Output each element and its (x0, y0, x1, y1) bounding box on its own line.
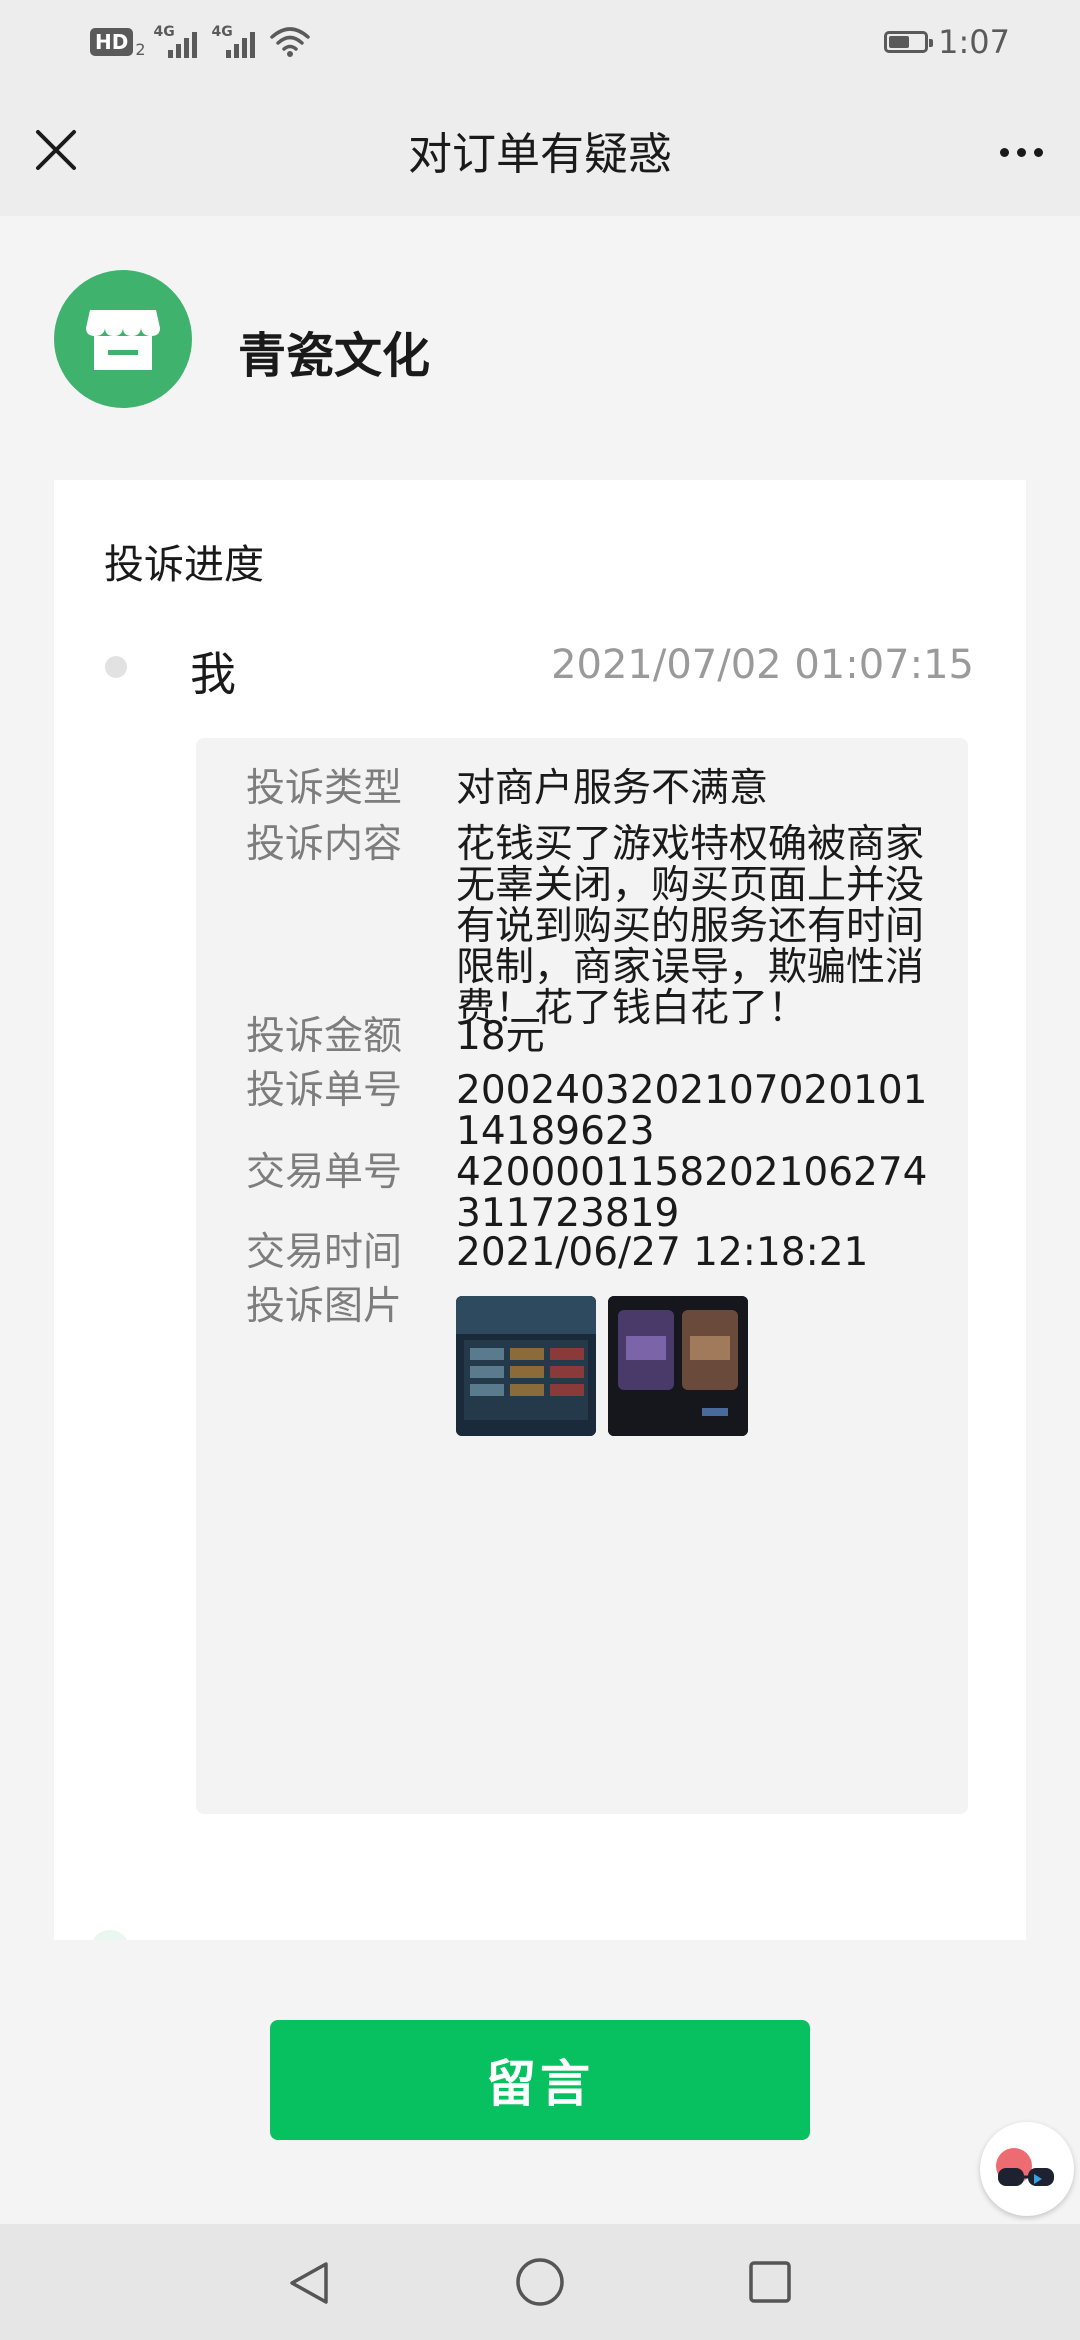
next-entry-peek (90, 1930, 130, 1940)
nav-recent-button[interactable] (746, 2258, 794, 2306)
merchant-name: 青瓷文化 (238, 328, 431, 384)
complaint-images (456, 1296, 748, 1436)
detail-value: 4200001158202106274311723819 (456, 1150, 928, 1236)
merchant-logo (54, 270, 192, 408)
floating-widget-icon (996, 2148, 1054, 2186)
status-left: HD 2 4G 4G (90, 22, 310, 62)
nav-back-button[interactable] (284, 2258, 334, 2308)
floating-widget[interactable] (980, 2122, 1074, 2216)
detail-value: 花钱买了游戏特权确被商家无辜关闭，购买页面上并没有说到购买的服务还有时间限制，商… (456, 822, 925, 1031)
complaint-detail: 投诉类型 对商户服务不满意 投诉内容 花钱买了游戏特权确被商家无辜关闭，购买页面… (196, 738, 968, 1814)
detail-label: 投诉图片 (246, 1284, 403, 1329)
signal-icon-1: 4G (154, 24, 204, 60)
timeline-dot (105, 656, 127, 678)
system-nav-bar (0, 2224, 1080, 2340)
hd-badge: HD (90, 28, 134, 56)
detail-value: 2021/06/27 12:18:21 (456, 1230, 869, 1275)
detail-label: 投诉单号 (246, 1068, 403, 1113)
comment-button[interactable]: 留言 (270, 2020, 810, 2140)
detail-value: 18元 (456, 1014, 545, 1059)
status-bar: HD 2 4G 4G 1:07 (0, 0, 1080, 84)
detail-label: 交易单号 (246, 1150, 403, 1195)
complaint-image-2[interactable] (608, 1296, 748, 1436)
recent-square-icon (749, 2261, 791, 2303)
detail-label: 投诉内容 (246, 822, 403, 867)
merchant-header: 青瓷文化 (0, 216, 1080, 480)
more-button[interactable] (986, 126, 1056, 178)
back-triangle-icon (290, 2262, 328, 2304)
detail-label: 投诉类型 (246, 766, 403, 811)
hd-sub: 2 (135, 39, 146, 59)
wifi-icon (269, 27, 310, 57)
detail-value: 200240320210702010114189623 (456, 1068, 928, 1154)
detail-label: 投诉金额 (246, 1014, 403, 1059)
home-circle-icon (516, 2258, 564, 2306)
timeline-actor: 我 (190, 647, 236, 701)
detail-value: 对商户服务不满意 (456, 766, 769, 811)
complaint-card: 投诉进度 我 2021/07/02 01:07:15 投诉类型 对商户服务不满意… (54, 480, 1026, 1940)
signal-icon-2: 4G (212, 24, 262, 60)
detail-label: 交易时间 (246, 1230, 403, 1275)
complaint-image-1[interactable] (456, 1296, 596, 1436)
section-title: 投诉进度 (104, 542, 264, 588)
status-right: 1:07 (884, 22, 1010, 62)
store-icon (86, 310, 160, 370)
battery-icon (884, 31, 934, 53)
more-icon (999, 147, 1009, 157)
title-bar: 对订单有疑惑 (0, 84, 1080, 216)
clock: 1:07 (938, 23, 1010, 61)
page-title: 对订单有疑惑 (408, 129, 672, 180)
timeline-time: 2021/07/02 01:07:15 (551, 642, 974, 688)
nav-home-button[interactable] (514, 2256, 566, 2308)
